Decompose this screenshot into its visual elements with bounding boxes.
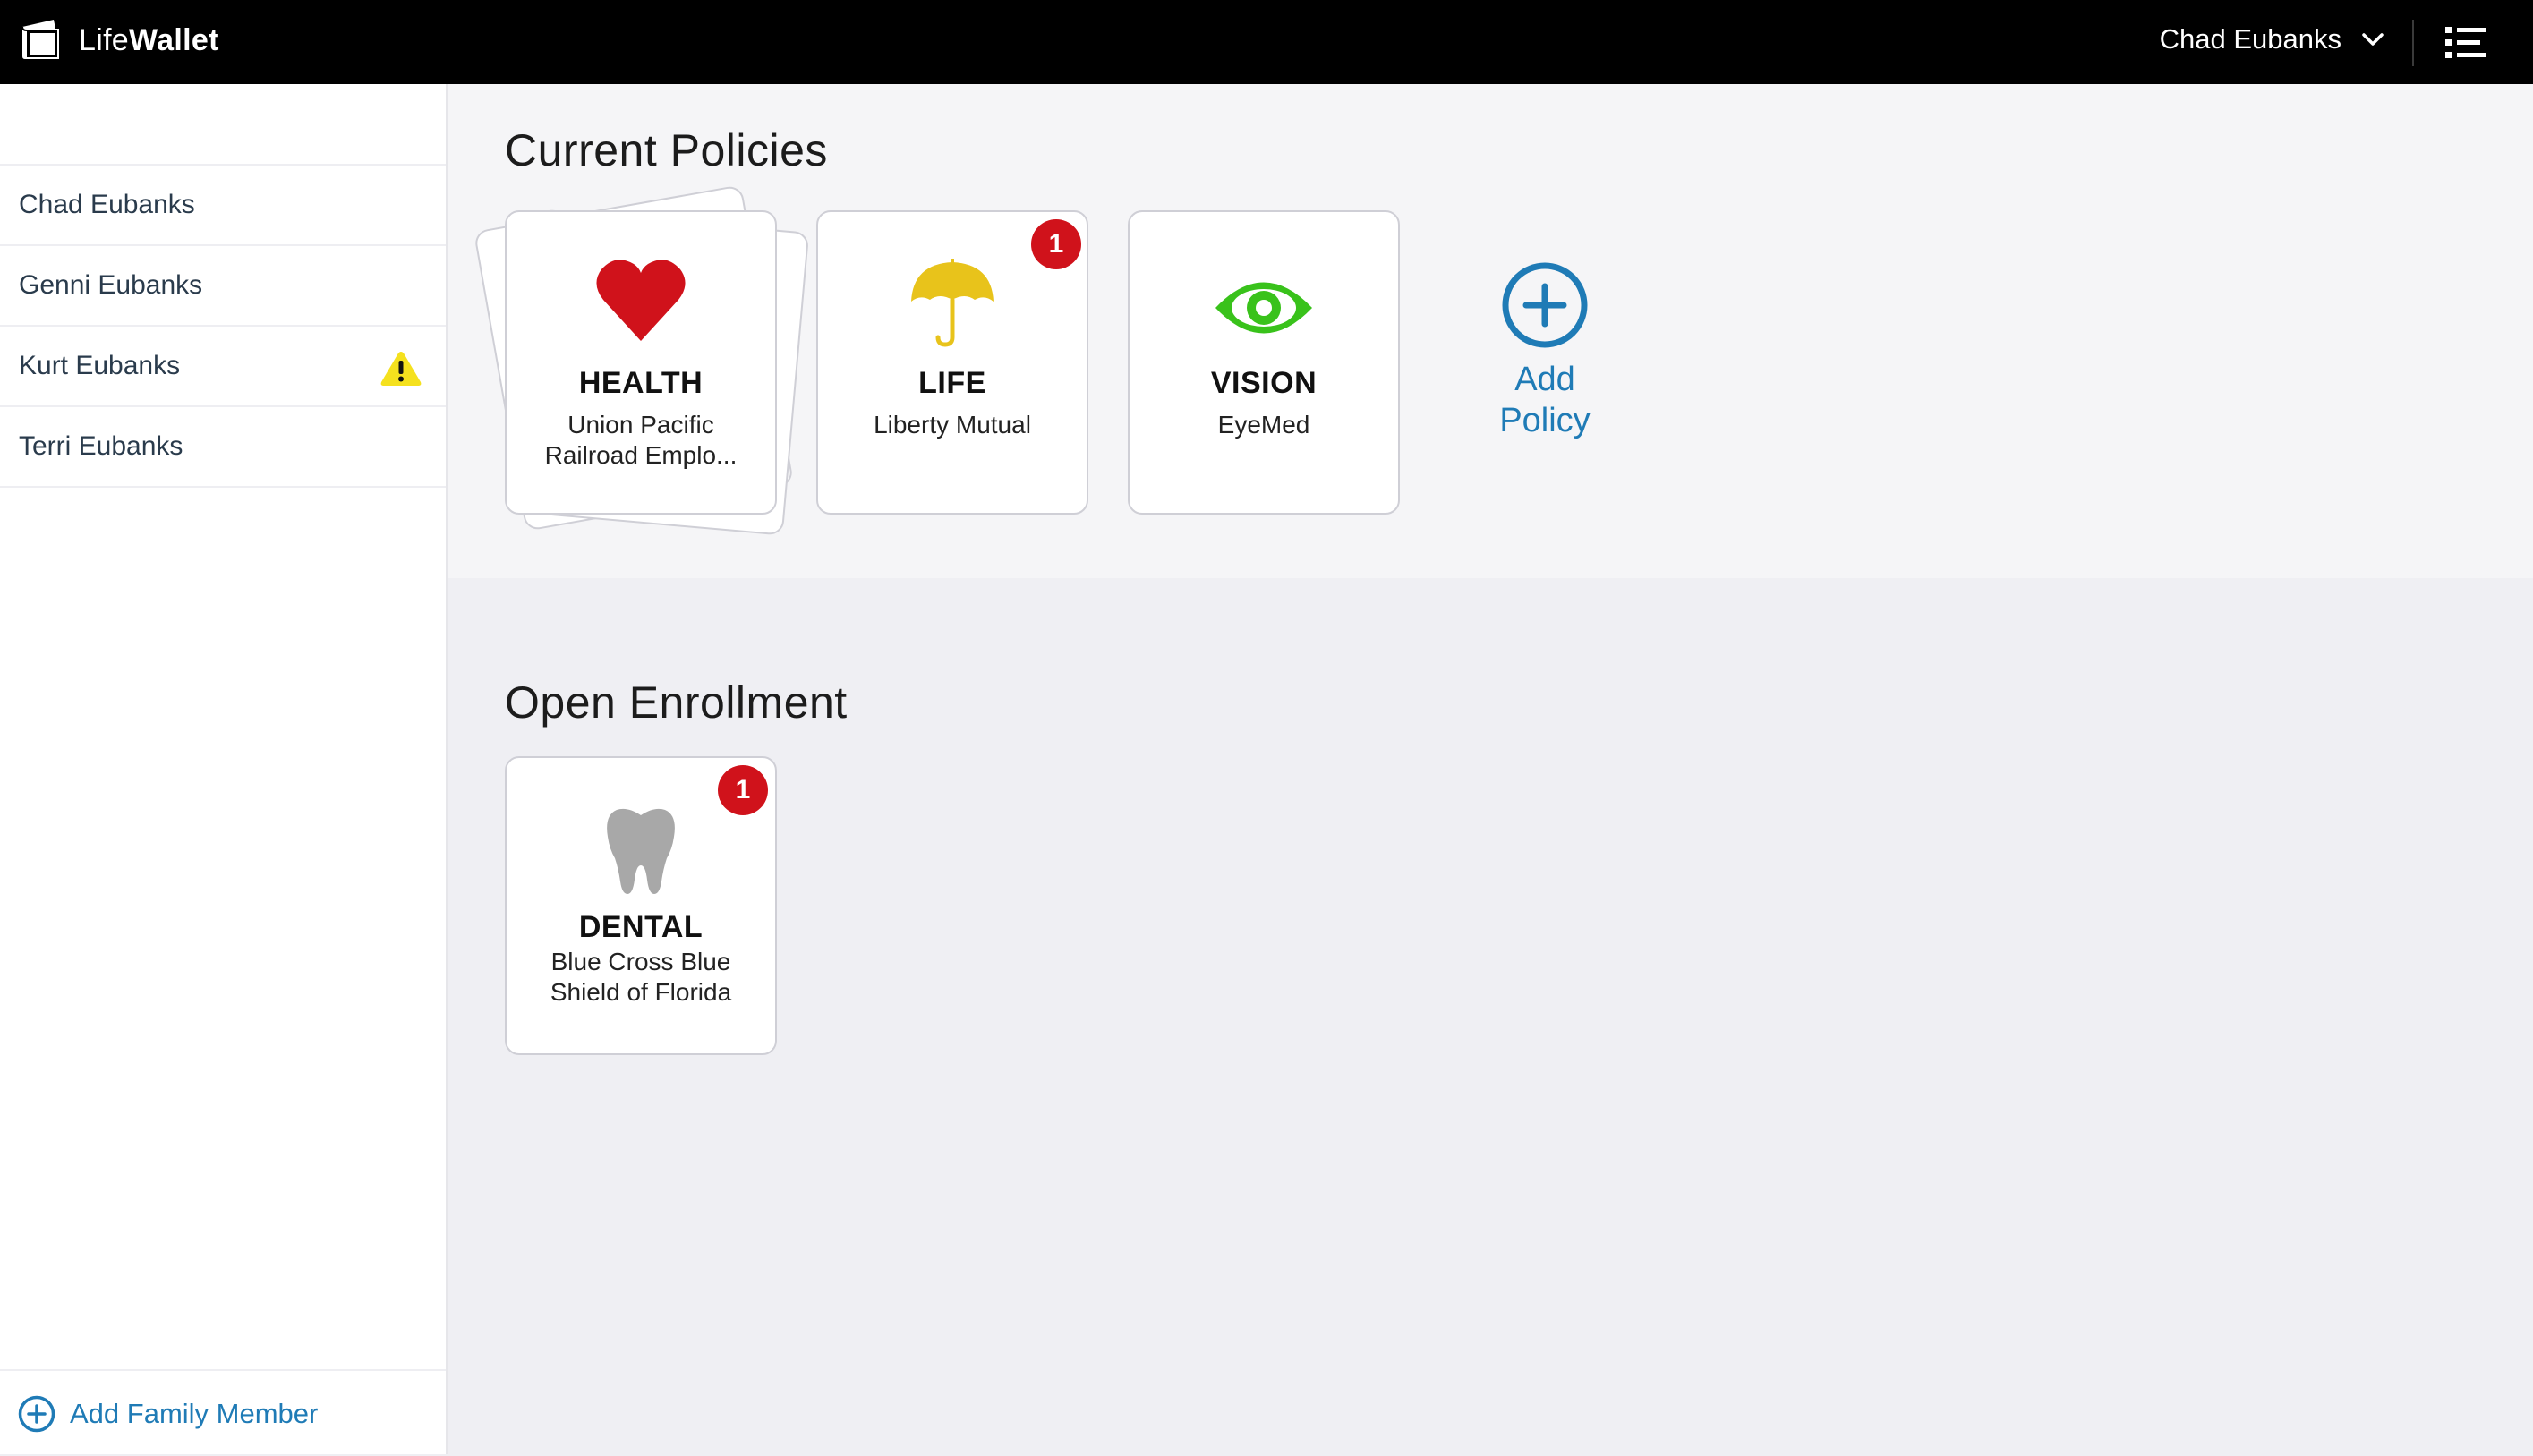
chevron-down-icon bbox=[2362, 33, 2384, 46]
user-menu[interactable]: Chad Eubanks bbox=[2160, 23, 2384, 55]
notification-badge: 1 bbox=[718, 765, 768, 815]
member-list: Chad Eubanks Genni Eubanks Kurt Eubanks … bbox=[0, 164, 446, 488]
member-name: Genni Eubanks bbox=[19, 270, 203, 300]
policy-card-life[interactable]: LIFE Liberty Mutual 1 bbox=[816, 210, 1088, 515]
add-policy-label: Add Policy bbox=[1499, 361, 1591, 439]
member-name: Kurt Eubanks bbox=[19, 351, 181, 380]
member-item-kurt[interactable]: Kurt Eubanks bbox=[0, 327, 446, 407]
add-circle-icon bbox=[1502, 262, 1588, 348]
card-provider: EyeMed bbox=[1217, 411, 1310, 439]
notification-badge: 1 bbox=[1031, 219, 1081, 269]
brand-light: Life bbox=[79, 22, 130, 57]
brand-bold: Wallet bbox=[129, 22, 219, 57]
add-family-member-button[interactable]: Add Family Member bbox=[0, 1369, 446, 1456]
card-provider: Blue Cross Blue Shield of Florida bbox=[550, 948, 732, 1006]
add-family-member-label: Add Family Member bbox=[70, 1397, 319, 1429]
card-type: DENTAL bbox=[578, 910, 704, 944]
policy-card-vision[interactable]: VISION EyeMed bbox=[1128, 210, 1400, 515]
member-name: Chad Eubanks bbox=[19, 190, 195, 219]
add-policy-button[interactable]: Add Policy bbox=[1498, 261, 1591, 441]
warning-icon bbox=[380, 352, 422, 386]
add-circle-icon bbox=[18, 1395, 55, 1432]
member-item-terri[interactable]: Terri Eubanks bbox=[0, 407, 446, 488]
family-sidebar: Chad Eubanks Genni Eubanks Kurt Eubanks … bbox=[0, 84, 448, 1454]
card-provider: Liberty Mutual bbox=[874, 411, 1031, 439]
user-name: Chad Eubanks bbox=[2159, 23, 2341, 55]
heart-icon bbox=[596, 260, 686, 341]
enrollment-card-dental[interactable]: DENTAL Blue Cross Blue Shield of Florida… bbox=[505, 756, 777, 1055]
open-enrollment-title: Open Enrollment bbox=[505, 677, 848, 728]
app-logo[interactable]: LifeWallet bbox=[20, 18, 219, 63]
card-type: VISION bbox=[1210, 366, 1318, 400]
member-name: Terri Eubanks bbox=[19, 431, 183, 461]
header-divider bbox=[2412, 20, 2414, 66]
member-item-chad[interactable]: Chad Eubanks bbox=[0, 166, 446, 246]
card-type: HEALTH bbox=[578, 366, 704, 400]
umbrella-icon bbox=[911, 259, 994, 347]
member-item-genni[interactable]: Genni Eubanks bbox=[0, 246, 446, 327]
eye-icon bbox=[1215, 282, 1312, 334]
list-menu-icon[interactable] bbox=[2445, 25, 2486, 61]
tooth-icon bbox=[607, 808, 675, 894]
top-bar: LifeWallet Chad Eubanks bbox=[0, 0, 2533, 84]
brand-name: LifeWallet bbox=[79, 23, 219, 58]
card-provider: Union Pacific Railroad Emplo... bbox=[544, 411, 738, 469]
card-type: LIFE bbox=[918, 366, 986, 400]
current-policies-title: Current Policies bbox=[505, 125, 828, 175]
policy-card-health[interactable]: HEALTH Union Pacific Railroad Emplo... bbox=[505, 210, 777, 515]
wallet-logo-icon bbox=[21, 20, 59, 59]
